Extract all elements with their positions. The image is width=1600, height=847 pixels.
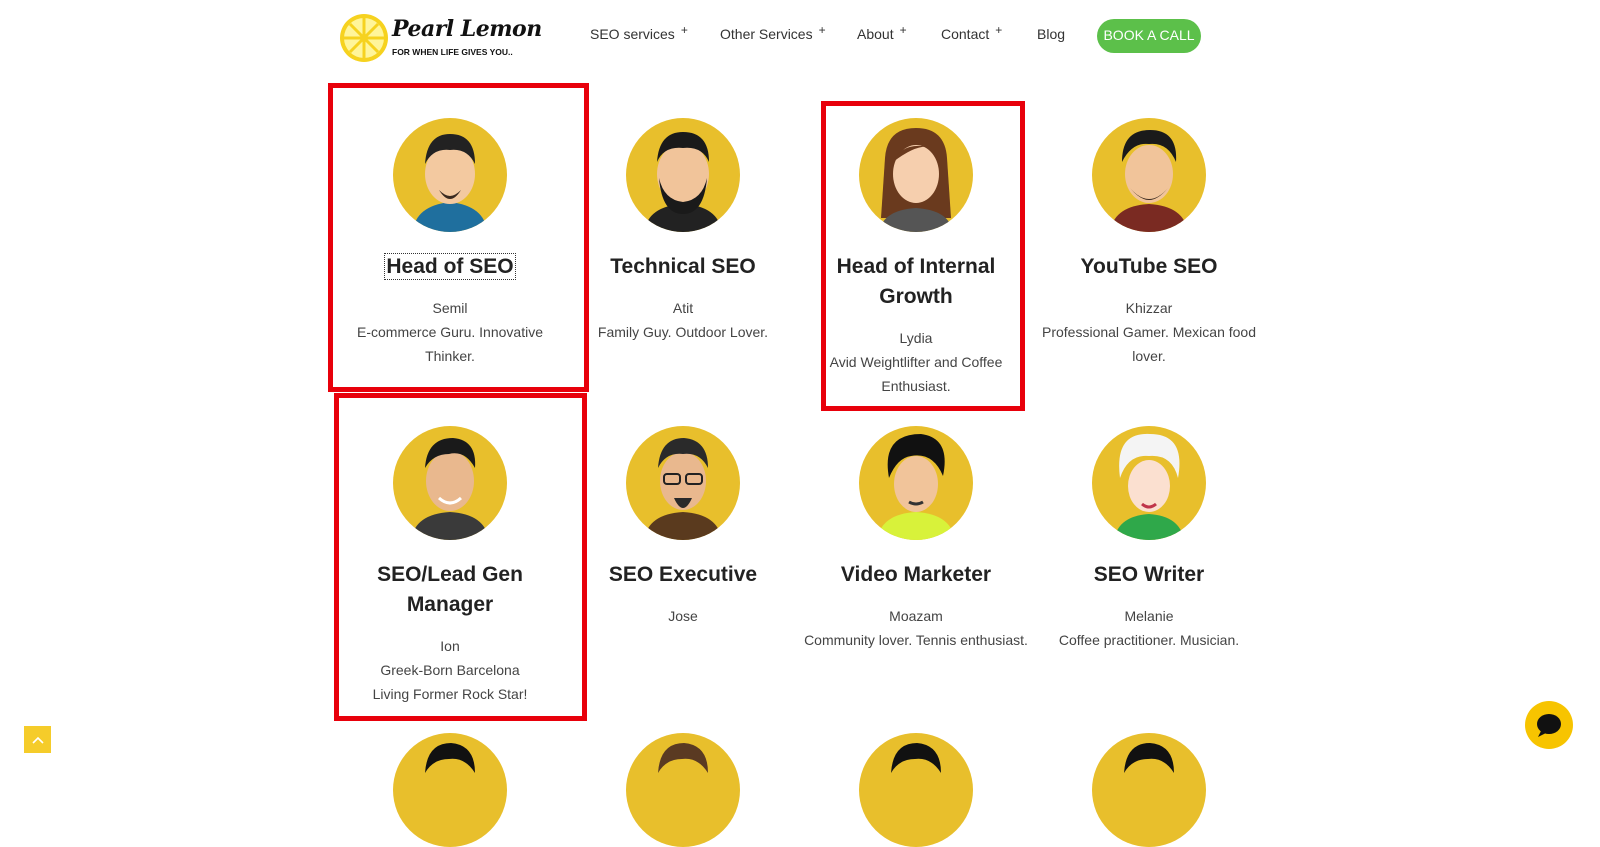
avatar bbox=[626, 118, 740, 232]
team-member-name: Melanie bbox=[1124, 608, 1174, 624]
avatar bbox=[859, 426, 973, 540]
team-member-bio: Professional Gamer. Mexican food lover. bbox=[1042, 324, 1256, 364]
team-member-name: Jose bbox=[668, 608, 698, 624]
highlight-box bbox=[328, 83, 589, 392]
person-avatar-icon bbox=[1114, 433, 1184, 540]
avatar bbox=[393, 733, 507, 847]
team-role: SEO Writer bbox=[1093, 563, 1205, 586]
site-header: Pearl Lemon FOR WHEN LIFE GIVES YOU.. SE… bbox=[0, 0, 1600, 72]
team-card: YouTube SEO Khizzar Professional Gamer. … bbox=[1034, 118, 1264, 368]
person-avatar-icon bbox=[891, 743, 941, 773]
team-card: Video Marketer Moazam Community lover. T… bbox=[801, 426, 1031, 652]
person-avatar-icon bbox=[1124, 743, 1174, 773]
expand-plus-icon: + bbox=[680, 23, 688, 37]
person-avatar-icon bbox=[1110, 130, 1188, 232]
team-card: Technical SEO Atit Family Guy. Outdoor L… bbox=[568, 118, 798, 344]
team-role: YouTube SEO bbox=[1080, 255, 1218, 278]
team-member-name: Atit bbox=[672, 300, 694, 316]
lemon-slice-icon bbox=[340, 14, 388, 62]
avatar bbox=[1092, 733, 1206, 847]
avatar bbox=[1092, 118, 1206, 232]
team-card: SEO Executive Jose bbox=[568, 426, 798, 628]
chat-bubble-icon bbox=[1537, 714, 1561, 737]
book-a-call-button[interactable]: BOOK A CALL bbox=[1097, 19, 1201, 53]
expand-plus-icon: + bbox=[995, 23, 1003, 37]
team-member-bio: Coffee practitioner. Musician. bbox=[1058, 632, 1240, 648]
person-avatar-icon bbox=[658, 743, 708, 773]
nav-item-other-services[interactable]: Other Services + bbox=[720, 23, 826, 42]
nav-item-seo-services[interactable]: SEO services + bbox=[590, 23, 688, 42]
team-role: SEO Executive bbox=[608, 563, 758, 586]
chat-widget-button[interactable] bbox=[1525, 701, 1573, 749]
person-avatar-icon bbox=[877, 434, 955, 540]
team-member-name: Moazam bbox=[889, 608, 943, 624]
expand-plus-icon: + bbox=[899, 23, 907, 37]
nav-item-contact[interactable]: Contact + bbox=[941, 23, 1003, 42]
nav-item-blog[interactable]: Blog bbox=[1037, 26, 1065, 42]
chevron-up-icon bbox=[31, 736, 44, 744]
expand-plus-icon: + bbox=[818, 23, 826, 37]
team-role: Technical SEO bbox=[610, 255, 756, 278]
nav-item-about[interactable]: About + bbox=[857, 23, 907, 42]
avatar bbox=[626, 426, 740, 540]
team-role: Video Marketer bbox=[840, 563, 992, 586]
team-member-bio: Community lover. Tennis enthusiast. bbox=[804, 632, 1028, 648]
avatar bbox=[1092, 426, 1206, 540]
scroll-to-top-button[interactable] bbox=[24, 726, 51, 753]
person-avatar-icon bbox=[425, 743, 475, 773]
avatar bbox=[859, 733, 973, 847]
highlight-box bbox=[821, 101, 1025, 411]
logo-tagline: FOR WHEN LIFE GIVES YOU.. bbox=[392, 47, 513, 57]
person-avatar-icon bbox=[644, 438, 722, 540]
team-card: SEO Writer Melanie Coffee practitioner. … bbox=[1034, 426, 1264, 652]
team-member-bio: Family Guy. Outdoor Lover. bbox=[597, 324, 769, 340]
highlight-box bbox=[334, 393, 587, 721]
logo-wordmark: Pearl Lemon bbox=[392, 16, 542, 42]
avatar bbox=[626, 733, 740, 847]
site-logo[interactable]: Pearl Lemon FOR WHEN LIFE GIVES YOU.. bbox=[338, 12, 542, 66]
team-member-name: Khizzar bbox=[1125, 300, 1173, 316]
person-avatar-icon bbox=[644, 132, 722, 232]
